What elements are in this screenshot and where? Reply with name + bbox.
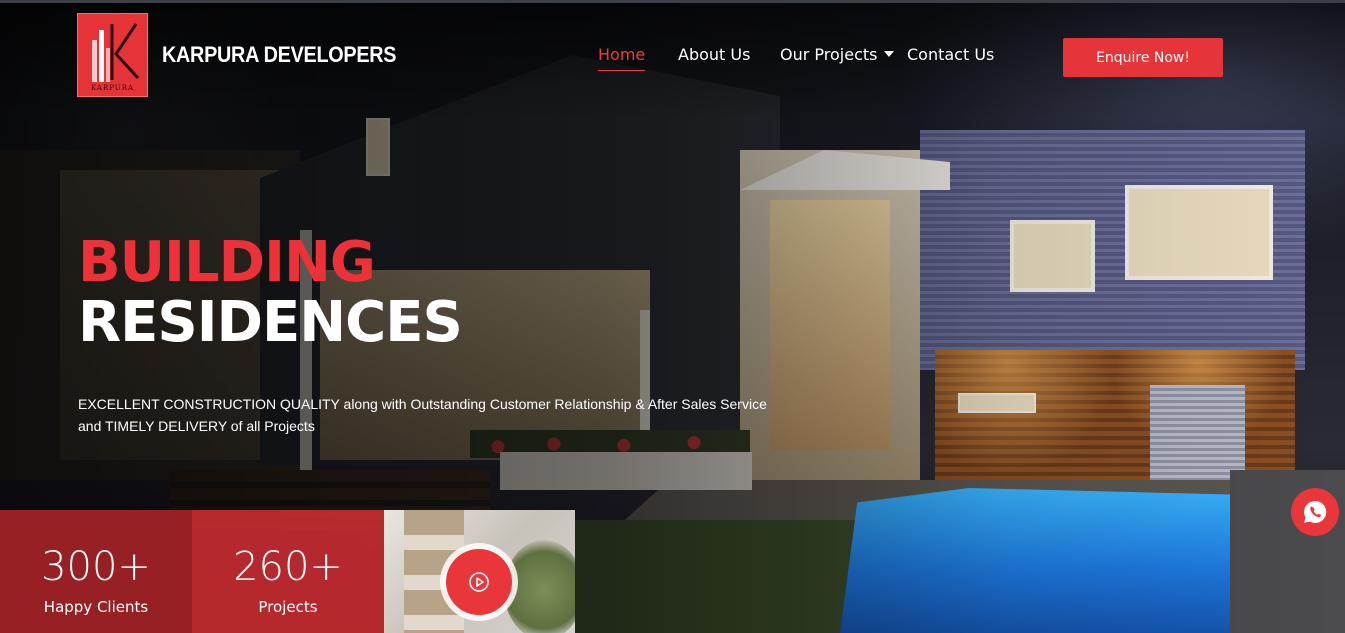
hero-tagline-line1: EXCELLENT CONSTRUCTION QUALITY along wit… [78,396,767,412]
hero-tagline: EXCELLENT CONSTRUCTION QUALITY along wit… [78,393,798,437]
nav-item-label: About Us [678,45,751,64]
nav-item-home[interactable]: Home [598,45,646,71]
hero-tagline-line2: and TIMELY DELIVERY of all Projects [78,418,315,434]
brand-name[interactable]: KARPURA DEVELOPERS [162,42,397,68]
logo-text: KARPURA [90,84,135,92]
whatsapp-icon [1304,500,1327,523]
nav-item-projects[interactable]: Our Projects [780,45,895,64]
hero-title-line1: BUILDING [78,230,376,295]
hero-title-line2: RESIDENCES [78,290,463,355]
stat-happy-clients: 300+ Happy Clients [0,510,192,633]
whatsapp-button[interactable] [1291,488,1339,536]
stat-label: Projects [258,598,318,616]
nav-item-contact[interactable]: Contact Us [907,45,994,64]
stat-projects: 260+ Projects [192,510,384,633]
stat-label: Happy Clients [43,598,149,616]
enquire-now-button[interactable]: Enquire Now! [1063,38,1223,77]
stat-value: 300+ [41,544,151,590]
chevron-down-icon [884,51,895,57]
nav-item-label: Home [598,45,646,64]
play-video-button[interactable] [446,549,512,615]
nav-item-label: Our Projects [780,45,878,64]
stat-value: 260+ [233,544,343,590]
nav-item-label: Contact Us [907,45,995,64]
play-circle-icon [469,572,489,592]
logo-mark-icon [92,23,140,82]
nav-item-about[interactable]: About Us [678,45,750,64]
logo[interactable]: KARPURA [77,13,148,97]
